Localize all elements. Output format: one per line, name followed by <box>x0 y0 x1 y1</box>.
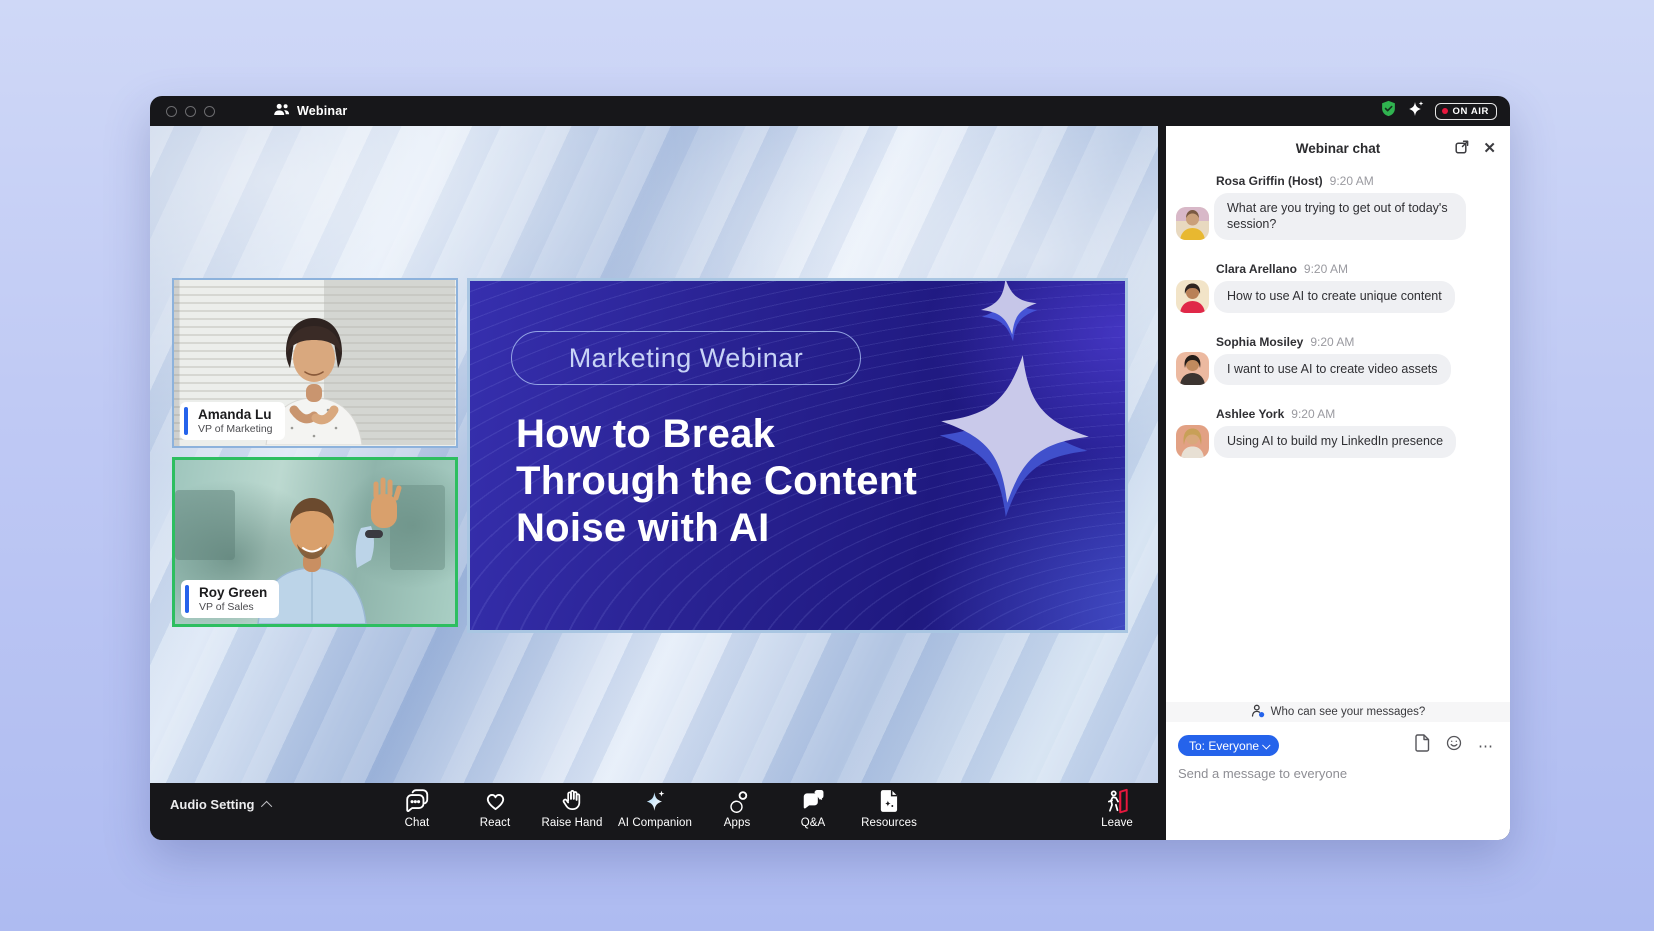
slide-badge-text: Marketing Webinar <box>569 343 804 374</box>
person-privacy-icon <box>1251 704 1265 721</box>
resources-label: Resources <box>861 817 917 829</box>
avatar <box>1176 207 1209 240</box>
message-input[interactable] <box>1178 766 1478 781</box>
qa-label: Q&A <box>801 817 826 829</box>
speaker-name: Roy Green <box>199 585 267 600</box>
message-bubble: How to use AI to create unique content <box>1214 281 1455 313</box>
leave-label: Leave <box>1101 817 1133 829</box>
apps-icon <box>724 788 751 814</box>
raise-hand-icon <box>559 788 586 814</box>
chevron-up-icon <box>260 800 271 811</box>
leave-icon <box>1104 788 1131 814</box>
video-tile-amanda[interactable]: Amanda Lu VP of Marketing <box>172 278 458 448</box>
title-bar-right: ON AIR <box>1380 96 1498 126</box>
presentation-slide: Marketing Webinar How to Break Through t… <box>467 278 1128 633</box>
leave-button[interactable]: Leave <box>1079 788 1155 829</box>
raise-hand-label: Raise Hand <box>541 817 602 829</box>
audio-setting-label: Audio Setting <box>170 797 255 812</box>
chat-button[interactable]: Chat <box>379 788 455 829</box>
slide-decoration-star-small <box>970 278 1048 347</box>
slide-title-line: Through the Content <box>516 458 917 505</box>
on-air-label: ON AIR <box>1453 106 1490 117</box>
react-label: React <box>480 817 511 829</box>
emoji-icon[interactable] <box>1446 735 1462 756</box>
chat-message: Clara Arellano 9:20 AM How to use AI to c… <box>1174 262 1498 313</box>
chat-panel: Webinar chat ✕ Rosa Griffin (Host) 9:20 A… <box>1166 126 1510 840</box>
more-options-icon[interactable]: ⋯ <box>1478 737 1494 755</box>
message-bubble: I want to use AI to create video assets <box>1214 354 1451 386</box>
sender-name: Clara Arellano <box>1216 262 1297 276</box>
ai-companion-button[interactable]: AI Companion <box>617 788 693 829</box>
audio-setting-button[interactable]: Audio Setting <box>170 797 272 812</box>
visibility-notice-text: Who can see your messages? <box>1271 706 1426 718</box>
react-button[interactable]: React <box>457 788 533 829</box>
message-bubble: What are you trying to get out of today'… <box>1214 193 1466 240</box>
webinar-window: Webinar ON AIR <box>150 96 1510 840</box>
on-air-dot <box>1442 108 1448 114</box>
speaker-role: VP of Sales <box>199 601 267 613</box>
speaker-role: VP of Marketing <box>198 423 273 435</box>
message-time: 9:20 AM <box>1304 262 1348 276</box>
window-controls <box>166 106 215 117</box>
name-tag-roy: Roy Green VP of Sales <box>181 580 279 618</box>
window-title-group: Webinar <box>273 103 348 119</box>
ai-companion-label: AI Companion <box>618 817 692 829</box>
sender-name: Ashlee York <box>1216 407 1284 421</box>
slide-decoration-star-large <box>925 339 1105 519</box>
recipient-selector[interactable]: To: Everyone <box>1178 735 1279 756</box>
speaker-name: Amanda Lu <box>198 407 273 422</box>
apps-label: Apps <box>724 817 751 829</box>
slide-title: How to Break Through the Content Noise w… <box>516 411 917 552</box>
chat-message: Sophia Mosiley 9:20 AM I want to use AI t… <box>1174 335 1498 386</box>
chevron-down-icon <box>1262 741 1270 749</box>
chat-title: Webinar chat <box>1296 141 1381 156</box>
name-tag-amanda: Amanda Lu VP of Marketing <box>180 402 285 440</box>
participants-icon <box>273 103 290 119</box>
qa-button[interactable]: Q&A <box>775 788 851 829</box>
slide-title-line: How to Break <box>516 411 917 458</box>
chat-header: Webinar chat ✕ <box>1166 126 1510 170</box>
resources-icon <box>876 788 903 814</box>
security-shield-icon[interactable] <box>1380 100 1397 122</box>
on-air-badge: ON AIR <box>1435 103 1498 120</box>
recipient-label: To: Everyone <box>1189 739 1259 753</box>
sender-name: Rosa Griffin (Host) <box>1216 174 1323 188</box>
chat-message: Ashlee York 9:20 AM Using AI to build my … <box>1174 407 1498 458</box>
ai-sparkle-icon[interactable] <box>1407 100 1425 123</box>
heart-icon <box>482 788 509 814</box>
chat-message: Rosa Griffin (Host) 9:20 AM What are you … <box>1174 174 1498 240</box>
avatar <box>1176 425 1209 458</box>
raise-hand-button[interactable]: Raise Hand <box>534 788 610 829</box>
attach-file-icon[interactable] <box>1415 734 1430 757</box>
message-visibility-notice[interactable]: Who can see your messages? <box>1166 702 1510 722</box>
chat-message-list[interactable]: Rosa Griffin (Host) 9:20 AM What are you … <box>1166 174 1510 480</box>
video-tile-roy[interactable]: Roy Green VP of Sales <box>172 457 458 627</box>
chat-icon <box>404 788 431 814</box>
chat-composer: To: Everyone <box>1166 722 1510 840</box>
qa-icon <box>800 788 827 814</box>
chat-label: Chat <box>405 817 430 829</box>
slide-title-line: Noise with AI <box>516 505 917 552</box>
resources-button[interactable]: Resources <box>851 788 927 829</box>
apps-button[interactable]: Apps <box>699 788 775 829</box>
ai-companion-icon <box>642 788 669 814</box>
message-time: 9:20 AM <box>1310 335 1354 349</box>
window-title: Webinar <box>297 104 348 118</box>
title-bar: Webinar ON AIR <box>150 96 1510 126</box>
meeting-toolbar: Audio Setting Chat React <box>150 783 1166 840</box>
video-stage: Amanda Lu VP of Marketing <box>150 126 1158 783</box>
pop-out-icon[interactable] <box>1454 139 1470 158</box>
avatar <box>1176 352 1209 385</box>
window-close-button[interactable] <box>166 106 177 117</box>
sender-name: Sophia Mosiley <box>1216 335 1303 349</box>
message-time: 9:20 AM <box>1291 407 1335 421</box>
close-icon[interactable]: ✕ <box>1483 141 1496 156</box>
message-bubble: Using AI to build my LinkedIn presence <box>1214 426 1456 458</box>
message-time: 9:20 AM <box>1330 174 1374 188</box>
window-minimize-button[interactable] <box>185 106 196 117</box>
window-zoom-button[interactable] <box>204 106 215 117</box>
avatar <box>1176 280 1209 313</box>
slide-badge: Marketing Webinar <box>511 331 861 385</box>
